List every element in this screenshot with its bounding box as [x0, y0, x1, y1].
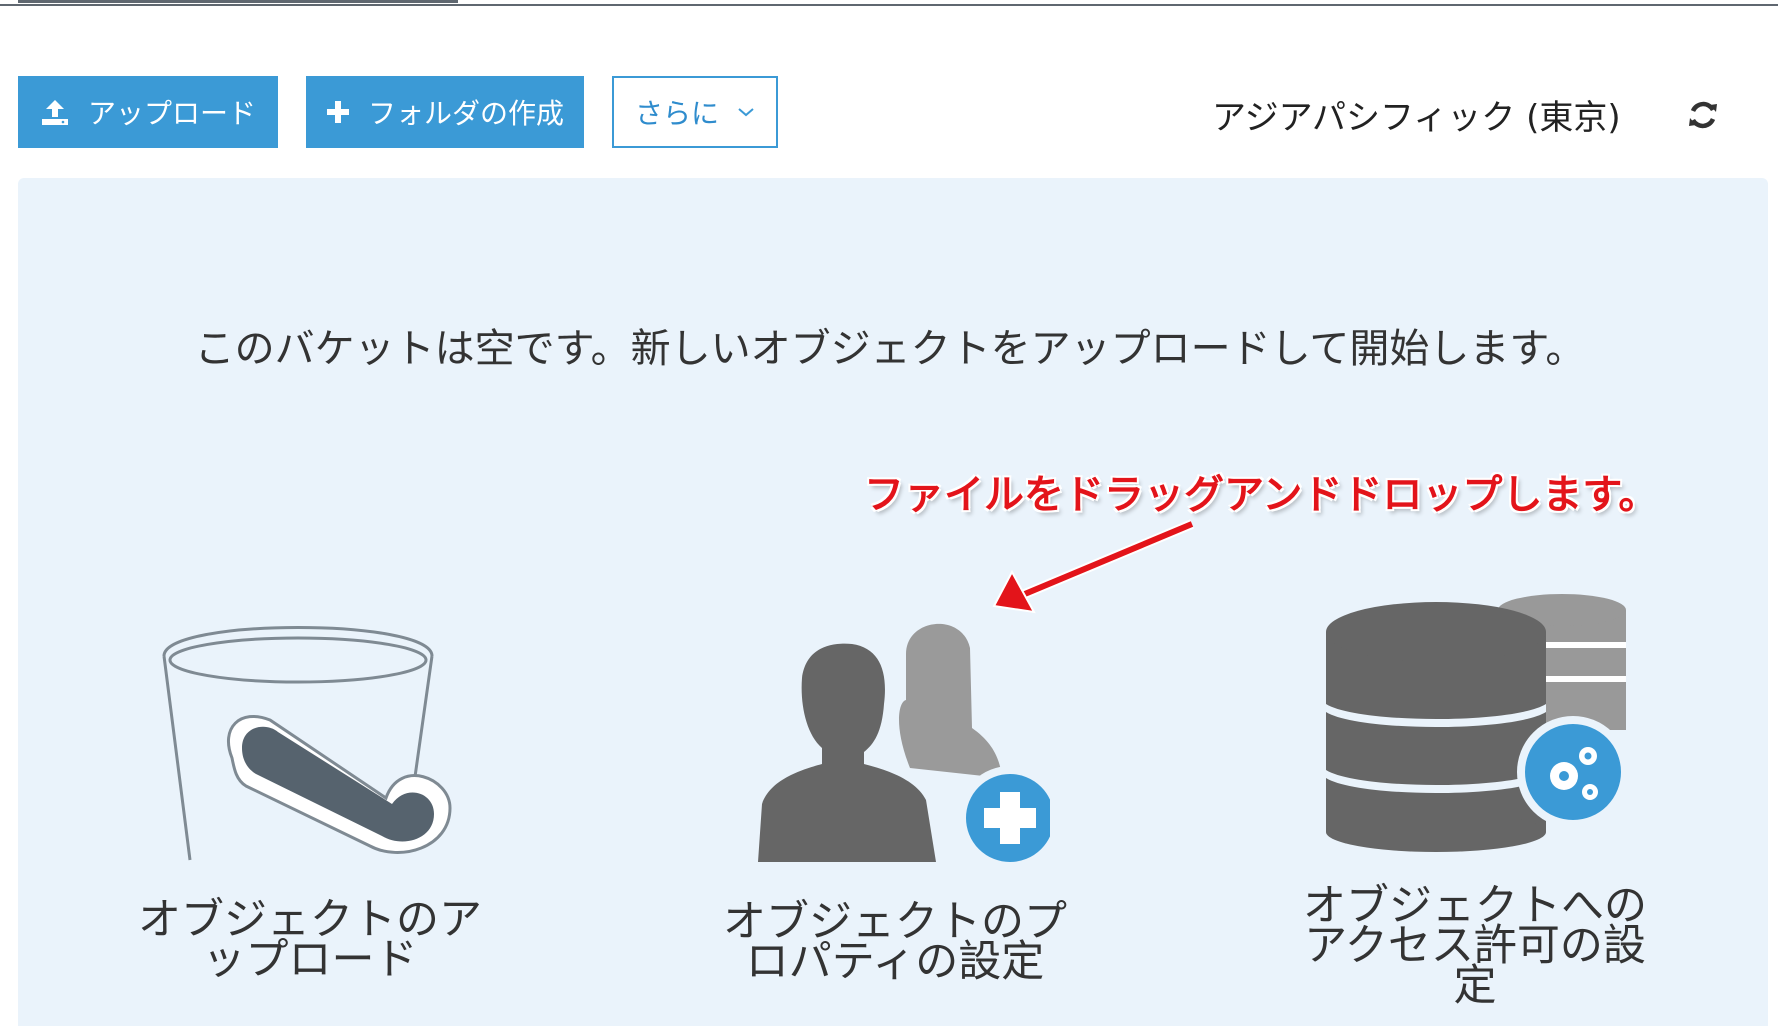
plus-icon: [326, 100, 350, 124]
feature-label-upload-objects: オブジェクトのアップロード: [138, 895, 482, 985]
more-actions-dropdown[interactable]: さらに: [612, 76, 778, 148]
top-divider: [0, 4, 1778, 6]
feature-label-set-permissions: オブジェクトへのアクセス許可の設定: [1303, 881, 1647, 1011]
top-tab-underline: [18, 0, 458, 3]
database-settings-icon: [1318, 592, 1638, 854]
feature-label-set-properties: オブジェクトのプロパティの設定: [723, 897, 1067, 987]
upload-icon: [40, 97, 70, 127]
more-label: さらに: [634, 97, 719, 130]
empty-state-message: このバケットは空です。新しいオブジェクトをアップロードして開始します。: [194, 326, 1586, 372]
upload-button[interactable]: アップロード: [18, 76, 278, 148]
create-folder-label: フォルダの作成: [367, 97, 564, 130]
region-label: アジアパシフィック (東京): [1212, 98, 1621, 138]
bucket-icon: [150, 608, 480, 862]
create-folder-button[interactable]: フォルダの作成: [306, 76, 584, 148]
chevron-down-icon: [737, 106, 755, 118]
refresh-icon[interactable]: [1686, 98, 1720, 132]
upload-button-label: アップロード: [87, 97, 256, 130]
drag-drop-annotation: ファイルをドラッグアンドドロップします。: [864, 472, 1659, 518]
users-add-icon: [740, 608, 1062, 870]
